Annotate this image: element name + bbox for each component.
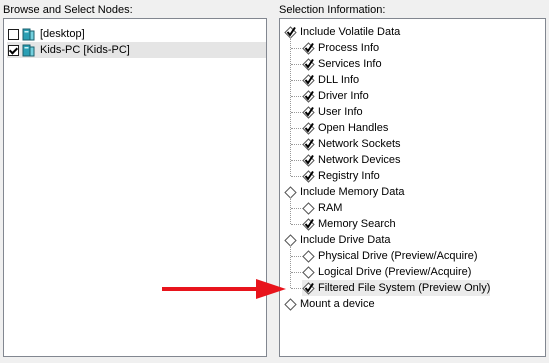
node-desktop-checkbox[interactable] xyxy=(8,28,19,40)
tree-item-registry-info[interactable]: Registry Info xyxy=(302,168,380,184)
node-kids-pc-checkbox[interactable] xyxy=(8,44,19,56)
tree-connector-horizontal xyxy=(291,64,303,65)
checked-diamond-icon[interactable] xyxy=(302,137,315,151)
tree-item-label: Include Drive Data xyxy=(300,234,391,246)
tree-connector-vertical xyxy=(290,197,291,224)
tree-connector-horizontal xyxy=(291,176,303,177)
nodes-tree[interactable]: [desktop] Kids-PC [Kids-PC] xyxy=(3,18,267,357)
tree-group-include-volatile-data[interactable]: Include Volatile Data xyxy=(284,24,400,40)
tree-item-label: Driver Info xyxy=(318,90,369,102)
tree-item-label: Mount a device xyxy=(300,298,375,310)
tree-connector-horizontal xyxy=(291,256,303,257)
tree-connector-horizontal xyxy=(291,208,303,209)
tree-item-dll-info[interactable]: DLL Info xyxy=(302,72,359,88)
tree-connector-horizontal xyxy=(291,160,303,161)
tree-item-label: Registry Info xyxy=(318,170,380,182)
tree-connector-horizontal xyxy=(291,112,303,113)
node-kids-pc[interactable]: Kids-PC [Kids-PC] xyxy=(7,42,266,58)
tree-item-filtered-file-system-preview-only[interactable]: Filtered File System (Preview Only) xyxy=(302,280,491,296)
tree-connector-horizontal xyxy=(291,128,303,129)
right-panel-label: Selection Information: xyxy=(279,4,386,16)
tree-connector-horizontal xyxy=(291,224,303,225)
tree-item-label: RAM xyxy=(318,202,343,214)
tree-connector-horizontal xyxy=(291,80,303,81)
tree-item-ram[interactable]: RAM xyxy=(302,200,342,216)
tree-item-logical-drive-preview-acquire[interactable]: Logical Drive (Preview/Acquire) xyxy=(302,264,471,280)
checked-diamond-icon[interactable] xyxy=(302,73,315,87)
tree-item-label: Include Volatile Data xyxy=(300,26,401,38)
tree-item-open-handles[interactable]: Open Handles xyxy=(302,120,388,136)
left-panel-label: Browse and Select Nodes: xyxy=(3,4,133,16)
tree-item-label: Open Handles xyxy=(318,122,389,134)
tree-connector-vertical xyxy=(290,37,291,176)
diamond-icon[interactable] xyxy=(302,201,315,215)
checked-diamond-icon[interactable] xyxy=(302,217,315,231)
node-desktop[interactable]: [desktop] xyxy=(8,26,85,42)
tree-item-label: User Info xyxy=(318,106,363,118)
tree-connector-vertical xyxy=(290,245,291,288)
tree-item-label: Physical Drive (Preview/Acquire) xyxy=(318,250,478,262)
checked-diamond-icon[interactable] xyxy=(302,169,315,183)
diamond-icon[interactable] xyxy=(302,265,315,279)
tree-connector-horizontal xyxy=(291,96,303,97)
tree-item-driver-info[interactable]: Driver Info xyxy=(302,88,369,104)
node-kids-pc-label: Kids-PC [Kids-PC] xyxy=(40,44,130,56)
tree-item-network-devices[interactable]: Network Devices xyxy=(302,152,401,168)
tree-item-label: Process Info xyxy=(318,42,380,54)
tree-item-physical-drive-preview-acquire[interactable]: Physical Drive (Preview/Acquire) xyxy=(302,248,478,264)
tree-item-network-sockets[interactable]: Network Sockets xyxy=(302,136,401,152)
tree-item-label: Services Info xyxy=(318,58,382,70)
tree-connector-horizontal xyxy=(291,288,303,289)
tree-item-label: Filtered File System (Preview Only) xyxy=(318,282,491,294)
checked-diamond-icon[interactable] xyxy=(302,153,315,167)
tree-item-services-info[interactable]: Services Info xyxy=(302,56,382,72)
checked-diamond-icon[interactable] xyxy=(302,121,315,135)
tree-item-label: Memory Search xyxy=(318,218,396,230)
selection-tree[interactable]: Include Volatile Data Process Info Service… xyxy=(279,18,546,357)
tree-connector-horizontal xyxy=(291,144,303,145)
tree-item-memory-search[interactable]: Memory Search xyxy=(302,216,396,232)
red-arrow-annotation xyxy=(162,279,286,299)
tree-connector-horizontal xyxy=(291,48,303,49)
checked-diamond-icon[interactable] xyxy=(302,41,315,55)
tree-item-label: Include Memory Data xyxy=(300,186,405,198)
tree-item-process-info[interactable]: Process Info xyxy=(302,40,379,56)
computer-icon xyxy=(22,28,35,41)
checked-diamond-icon[interactable] xyxy=(302,89,315,103)
computer-icon xyxy=(22,44,35,57)
node-desktop-label: [desktop] xyxy=(40,28,85,40)
tree-item-label: Logical Drive (Preview/Acquire) xyxy=(318,266,472,278)
diamond-icon[interactable] xyxy=(302,249,315,263)
tree-item-user-info[interactable]: User Info xyxy=(302,104,363,120)
tree-item-label: DLL Info xyxy=(318,74,360,86)
checked-diamond-icon[interactable] xyxy=(302,105,315,119)
tree-item-label: Network Devices xyxy=(318,154,401,166)
tree-group-mount-a-device[interactable]: Mount a device xyxy=(284,296,375,312)
tree-item-label: Network Sockets xyxy=(318,138,401,150)
tree-group-include-memory-data[interactable]: Include Memory Data xyxy=(284,184,405,200)
checked-diamond-icon[interactable] xyxy=(302,281,315,295)
checked-diamond-icon[interactable] xyxy=(302,57,315,71)
tree-connector-horizontal xyxy=(291,272,303,273)
tree-group-include-drive-data[interactable]: Include Drive Data xyxy=(284,232,391,248)
